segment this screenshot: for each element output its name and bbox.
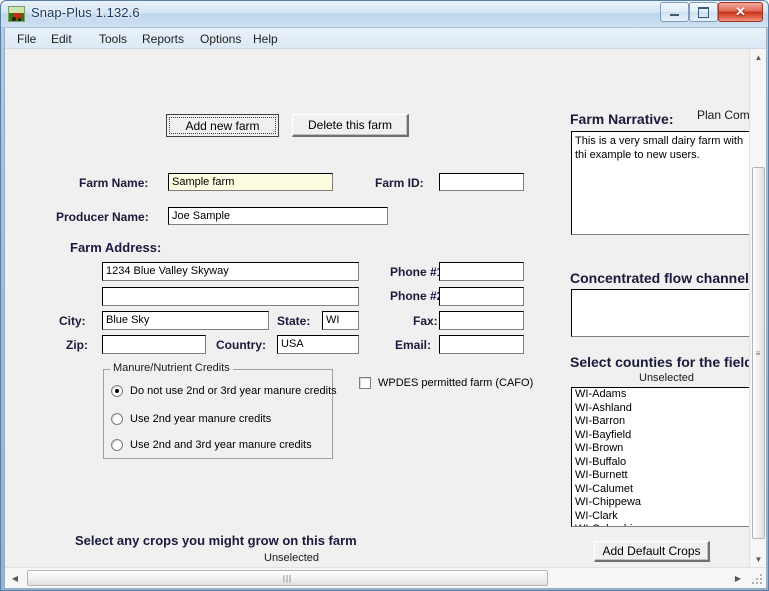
add-default-crops-button[interactable]: Add Default Crops [594,541,710,562]
address-line1-input[interactable]: 1234 Blue Valley Skyway [102,262,359,281]
delete-farm-label: Delete this farm [307,118,393,132]
city-label: City: [59,314,86,328]
form-horizontal-scrollbar[interactable]: ◀ ||| ▶ [5,567,766,588]
radio-2nd-year-indicator [111,413,123,425]
list-item[interactable]: WI-Calumet [572,483,749,497]
window-resize-grip[interactable] [751,573,764,586]
phone1-input[interactable] [439,262,524,281]
menu-bar: File Edit Tools Reports Options Help [5,28,766,49]
email-input[interactable] [439,335,524,354]
farm-form: Add new farm Delete this farm Farm Name:… [5,49,749,567]
client-area: File Edit Tools Reports Options Help Add… [4,28,767,589]
vertical-scrollbar-thumb[interactable]: ≡ [752,167,765,539]
menu-help[interactable]: Help [248,31,283,47]
producer-name-label: Producer Name: [56,210,149,224]
add-default-crops-label: Add Default Crops [602,544,701,558]
maximize-button[interactable] [689,2,718,22]
flow-channel-textarea[interactable] [571,289,749,337]
maximize-icon [690,3,717,21]
wpdes-checkbox-row[interactable]: WPDES permitted farm (CAFO) [359,377,533,389]
list-item[interactable]: WI-Clark [572,510,749,524]
scroll-down-icon[interactable]: ▼ [751,551,766,567]
flow-channel-heading: Concentrated flow channel [570,270,749,286]
window-title: Snap-Plus 1.132.6 [31,5,140,20]
farm-name-label: Farm Name: [79,176,149,190]
minimize-icon [661,3,688,21]
phone2-input[interactable] [439,287,524,306]
zip-input[interactable] [102,335,206,354]
state-input[interactable]: WI [322,311,359,330]
form-vertical-scrollbar[interactable]: ▲ ≡ ▼ [749,49,766,567]
scrollbar-grip-icon: ||| [282,573,293,583]
list-item[interactable]: WI-Chippewa [572,496,749,510]
delete-farm-button[interactable]: Delete this farm [292,114,409,137]
radio-2nd-year-credits[interactable]: Use 2nd year manure credits [111,413,271,425]
horizontal-scrollbar-thumb[interactable]: ||| [27,570,548,586]
counties-unselected-listbox[interactable]: WI-Adams WI-Ashland WI-Barron WI-Bayfiel… [571,387,749,527]
country-label: Country: [216,338,266,352]
farm-name-input[interactable]: Sample farm [168,173,333,191]
radio-2nd-3rd-year-credits[interactable]: Use 2nd and 3rd year manure credits [111,439,312,451]
list-item[interactable]: WI-Columbia [572,523,749,526]
country-input[interactable]: USA [277,335,359,354]
menu-options[interactable]: Options [195,31,246,47]
farm-narrative-textarea[interactable]: This is a very small dairy farm with thi… [571,131,749,235]
scrollbar-grip-icon: ≡ [755,348,762,358]
radio-2nd-3rd-year-label: Use 2nd and 3rd year manure credits [130,439,312,451]
crops-heading: Select any crops you might grow on this … [75,533,357,548]
title-bar[interactable]: Snap-Plus 1.132.6 ✕ [1,1,768,28]
menu-edit[interactable]: Edit [46,31,77,47]
farm-id-input[interactable] [439,173,524,191]
list-item[interactable]: WI-Ashland [572,402,749,416]
wpdes-checkbox[interactable] [359,377,371,389]
list-item[interactable]: WI-Buffalo [572,456,749,470]
list-item[interactable]: WI-Barron [572,415,749,429]
farm-narrative-heading: Farm Narrative: [570,111,674,127]
close-button[interactable]: ✕ [718,2,763,22]
crops-subheading: Unselected [264,552,320,564]
counties-heading: Select counties for the field [570,354,749,370]
tractor-field-icon [8,6,25,22]
scroll-up-icon[interactable]: ▲ [751,49,766,65]
fax-label: Fax: [413,314,438,328]
radio-no-credits-label: Do not use 2nd or 3rd year manure credit… [130,385,337,397]
scroll-right-icon[interactable]: ▶ [730,570,746,586]
address-line2-input[interactable] [102,287,359,306]
list-item[interactable]: WI-Burnett [572,469,749,483]
state-label: State: [277,314,311,328]
radio-2nd-year-label: Use 2nd year manure credits [130,413,272,425]
list-item[interactable]: WI-Bayfield [572,429,749,443]
add-new-farm-button[interactable]: Add new farm [166,114,279,137]
list-item[interactable]: WI-Adams [572,388,749,402]
wpdes-label: WPDES permitted farm (CAFO) [378,377,534,389]
menu-reports[interactable]: Reports [137,31,189,47]
email-label: Email: [395,338,432,352]
minimize-button[interactable] [660,2,689,22]
radio-no-credits[interactable]: Do not use 2nd or 3rd year manure credit… [111,385,337,397]
counties-subheading: Unselected [639,372,695,384]
farm-address-label: Farm Address: [70,240,162,255]
plan-comp-label: Plan Comp [697,108,749,122]
menu-tools[interactable]: Tools [94,31,132,47]
close-icon: ✕ [735,4,746,19]
farm-id-label: Farm ID: [375,176,424,190]
scroll-left-icon[interactable]: ◀ [7,570,23,586]
producer-name-input[interactable]: Joe Sample [168,207,388,225]
menu-file[interactable]: File [12,31,41,47]
application-window: Snap-Plus 1.132.6 ✕ File Edit Tools Repo… [0,0,769,591]
manure-credits-group-title: Manure/Nutrient Credits [110,362,233,374]
zip-label: Zip: [66,338,88,352]
list-item[interactable]: WI-Brown [572,442,749,456]
city-input[interactable]: Blue Sky [102,311,269,330]
radio-2nd-3rd-year-indicator [111,439,123,451]
radio-no-credits-indicator [111,385,123,397]
fax-input[interactable] [439,311,524,330]
add-new-farm-label: Add new farm [185,118,260,133]
